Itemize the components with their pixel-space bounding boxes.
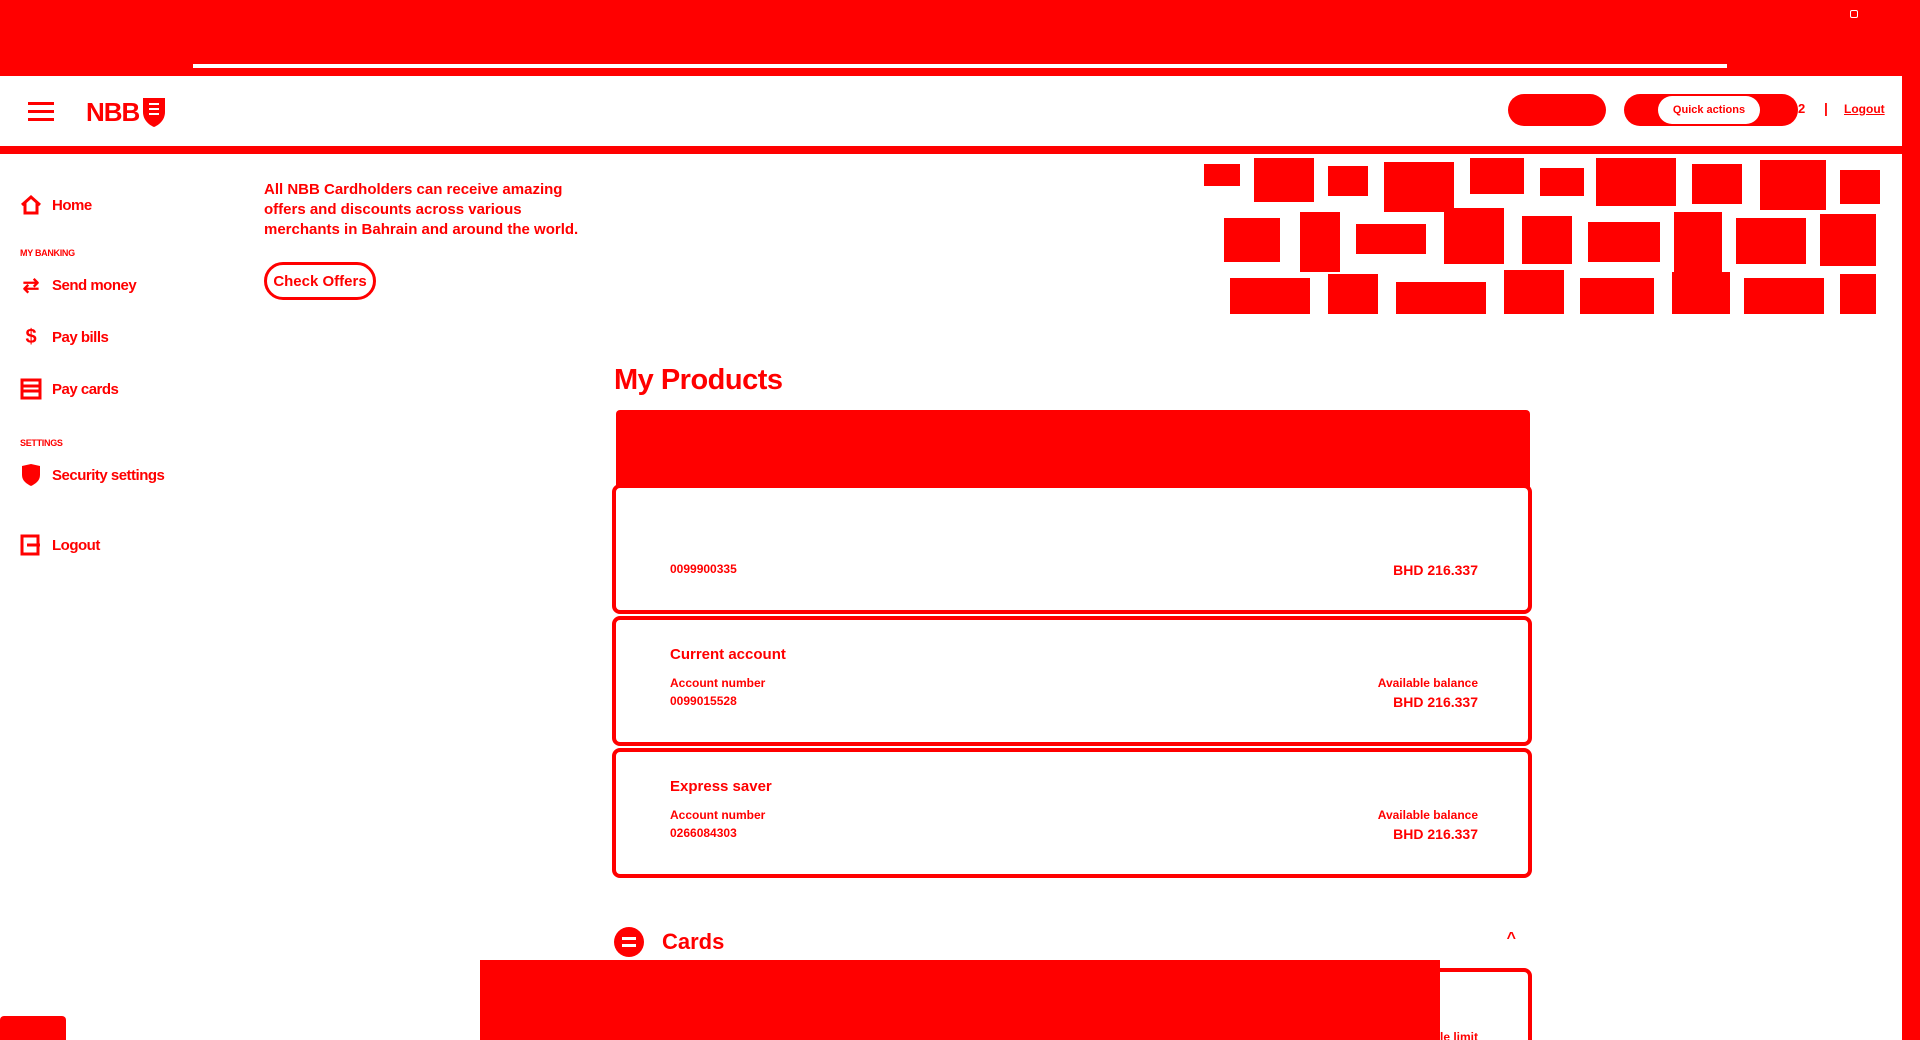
scrollbar-track[interactable] xyxy=(1902,76,1920,1040)
cards-section-label: Cards xyxy=(662,929,725,954)
cards-icon xyxy=(614,927,644,957)
transfer-icon: ⇄ xyxy=(22,274,40,297)
top-band xyxy=(0,0,1920,76)
card-limit-label: le limit xyxy=(1439,1030,1478,1040)
header-user-name: 2 xyxy=(1798,101,1806,116)
account-number-label: Account number xyxy=(670,676,766,690)
balance-label: Available balance xyxy=(1377,808,1478,822)
account-card[interactable]: Current account Account number 009901552… xyxy=(612,616,1532,746)
sidebar-item-label: Pay cards xyxy=(52,380,119,398)
top-divider-line xyxy=(193,64,1727,68)
app-header: NBB Quick actions 2 | Logout xyxy=(0,76,1902,150)
header-separator: | xyxy=(1824,100,1828,116)
home-icon xyxy=(20,194,42,216)
sidebar-section-banking: MY BANKING xyxy=(20,248,75,258)
account-name: Current account xyxy=(670,646,786,663)
account-number: 0099015528 xyxy=(670,694,737,708)
check-offers-button[interactable]: Check Offers xyxy=(264,262,376,300)
sidebar-item-send-money[interactable]: ⇄ Send money xyxy=(20,274,137,297)
sidebar: Home MY BANKING ⇄ Send money $ Pay bills… xyxy=(0,154,240,1040)
sidebar-item-pay-cards[interactable]: Pay cards xyxy=(20,378,119,400)
shield-icon xyxy=(20,464,42,486)
sidebar-item-label: Security settings xyxy=(52,466,165,484)
window-restore-icon[interactable] xyxy=(1850,10,1858,18)
sidebar-item-label: Pay bills xyxy=(52,328,109,346)
brand-logo-text: NBB xyxy=(86,96,140,127)
account-card[interactable]: Express saver Account number 0266084303 … xyxy=(612,748,1532,878)
sidebar-item-label: Logout xyxy=(52,536,100,554)
account-number: 0099900335 xyxy=(670,562,737,576)
sidebar-item-label: Home xyxy=(52,196,92,214)
sidebar-item-security-settings[interactable]: Security settings xyxy=(20,464,165,486)
logout-icon xyxy=(20,534,42,556)
chevron-up-icon[interactable]: ^ xyxy=(1507,930,1516,948)
sidebar-item-logout[interactable]: Logout xyxy=(20,534,100,556)
account-name: Express saver xyxy=(670,778,772,795)
promo-text: All NBB Cardholders can receive amazing … xyxy=(264,181,579,238)
chat-button[interactable] xyxy=(0,1016,66,1040)
bill-icon: $ xyxy=(25,325,37,348)
crest-icon xyxy=(143,98,166,127)
card-icon xyxy=(20,378,42,400)
account-balance: BHD 216.337 xyxy=(1393,826,1478,842)
sidebar-item-pay-bills[interactable]: $ Pay bills xyxy=(20,326,108,348)
account-number: 0266084303 xyxy=(670,826,737,840)
hamburger-menu-icon[interactable] xyxy=(28,102,54,122)
balance-label: Available balance xyxy=(1377,676,1478,690)
my-products-title: My Products xyxy=(614,364,783,396)
header-action-button[interactable] xyxy=(1508,94,1606,126)
page: NBB Quick actions 2 | Logout Home MY BAN… xyxy=(0,0,1920,1040)
sidebar-item-home[interactable]: Home xyxy=(20,194,92,216)
sidebar-section-settings: SETTINGS xyxy=(20,438,63,448)
account-number-label: Account number xyxy=(670,808,766,822)
header-logout-link[interactable]: Logout xyxy=(1844,102,1885,116)
sidebar-item-label: Send money xyxy=(52,276,137,294)
account-balance: BHD 216.337 xyxy=(1393,562,1478,578)
cards-section-toggle[interactable]: Cards ^ xyxy=(614,924,1530,958)
bottom-overlay-banner xyxy=(480,960,1440,1040)
account-card[interactable]: 0099900335 BHD 216.337 xyxy=(612,484,1532,614)
quick-actions-dropdown[interactable]: Quick actions xyxy=(1658,96,1760,124)
brand-logo[interactable]: NBB xyxy=(86,96,167,128)
account-balance: BHD 216.337 xyxy=(1393,694,1478,710)
promo-illustration xyxy=(1204,158,1880,314)
